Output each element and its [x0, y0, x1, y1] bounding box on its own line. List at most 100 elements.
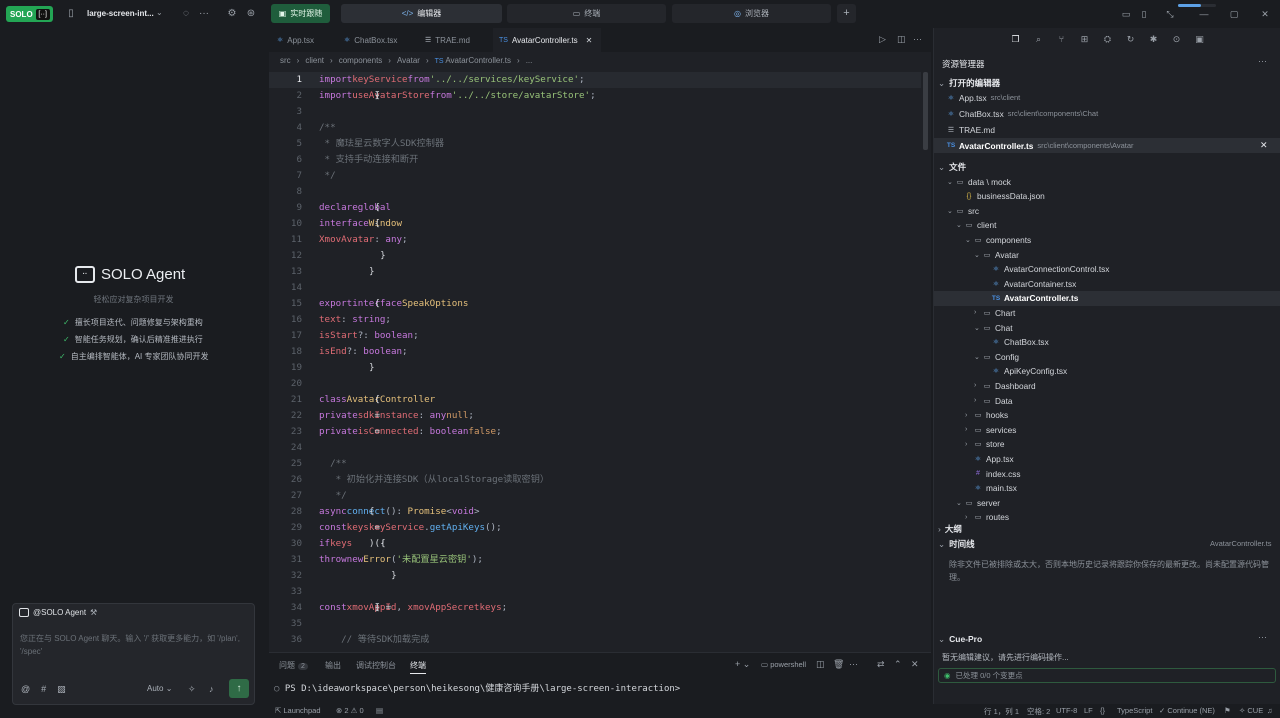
gear-icon[interactable]: ⚙ — [225, 7, 239, 21]
tab-browser[interactable]: ◎ 浏览器 — [672, 4, 831, 23]
braces-icon[interactable]: {} — [1100, 706, 1105, 715]
layout-left-icon[interactable]: ▭ — [1119, 7, 1133, 21]
sidebar-toggle-icon[interactable]: ▯ — [64, 7, 78, 21]
tree-folder[interactable]: › ▭ store — [934, 437, 1280, 452]
code-line[interactable]: 29 const keys = keyService.getApiKeys(); — [269, 520, 921, 536]
code-line[interactable]: 2 import { useAvatarStore } from '../../s… — [269, 88, 921, 104]
tree-file[interactable]: # index.css — [934, 466, 1280, 481]
code-line[interactable]: 19} — [269, 360, 921, 376]
bug-icon[interactable]: ✱ — [1147, 32, 1161, 46]
code-line[interactable]: 27 */ — [269, 488, 921, 504]
search-icon[interactable]: ⌕ — [1032, 32, 1046, 46]
open-editors-section[interactable]: ⌄ 打开的编辑器 — [938, 77, 1000, 89]
mic-icon[interactable]: ♪ — [209, 684, 214, 694]
close-icon[interactable]: ✕ — [1260, 140, 1268, 151]
code-line[interactable]: 17 isStart?: boolean; — [269, 328, 921, 344]
code-line[interactable]: 36 // 等待SDK加载完成 — [269, 632, 921, 648]
sparkle-icon[interactable]: ✧ — [188, 684, 196, 695]
tab-realtime-follow[interactable]: ▣ 实时跟随 — [271, 4, 330, 23]
cue-status-item[interactable]: ✧ CUE — [1239, 706, 1263, 715]
code-line[interactable]: 20 — [269, 376, 921, 392]
ports-icon[interactable]: ▤ — [376, 706, 383, 715]
tab-editor[interactable]: </> 编辑器 — [341, 4, 502, 23]
tree-file[interactable]: TS AvatarController.ts — [934, 290, 1280, 306]
chat-mention[interactable]: @SOLO Agent ⚒ — [19, 608, 97, 617]
code-line[interactable]: 3 — [269, 104, 921, 120]
tree-folder[interactable]: ⌄ ▭ data \ mock — [934, 174, 1280, 189]
solo-logo[interactable]: SOLO [··] — [6, 6, 53, 22]
code-line[interactable]: 35 — [269, 616, 921, 632]
at-icon[interactable]: @ — [21, 684, 30, 695]
tree-file[interactable]: ⚛ main.tsx — [934, 481, 1280, 496]
open-editor-item[interactable]: ⚛ App.tsx src\client — [934, 90, 1280, 105]
more-icon[interactable]: ··· — [1258, 56, 1267, 66]
tree-folder[interactable]: ⌄ ▭ Config — [934, 349, 1280, 364]
refresh-icon[interactable]: ↻ — [1124, 32, 1138, 46]
panel-tab-debug[interactable]: 调试控制台 — [356, 660, 396, 671]
add-tab-button[interactable]: + — [837, 4, 856, 23]
cursor-position[interactable]: 行 1，列 1 — [984, 706, 1019, 717]
code-line[interactable]: 5 * 魔珐星云数字人SDK控制器 — [269, 136, 921, 152]
code-line[interactable]: 11 XmovAvatar: any; — [269, 232, 921, 248]
source-control-icon[interactable]: ⑂ — [1055, 32, 1069, 46]
code-line[interactable]: 6 * 支持手动连接和断开 — [269, 152, 921, 168]
shell-select[interactable]: ▭ powershell — [761, 660, 806, 669]
docker-icon[interactable]: ⛭ — [1101, 32, 1115, 46]
chevron-up-icon[interactable]: ⌃ — [894, 659, 902, 670]
chat-placeholder[interactable]: 您正在与 SOLO Agent 聊天。输入 '/' 获取更多能力，如 '/pla… — [20, 632, 248, 658]
layout-split-icon[interactable]: ▯ — [1137, 7, 1151, 21]
tree-folder[interactable]: ⌄ ▭ client — [934, 218, 1280, 233]
code-line[interactable]: 1 import keyService from '../../services/… — [269, 72, 921, 88]
language-mode[interactable]: TypeScript — [1117, 706, 1152, 715]
image-icon[interactable]: ▧ — [57, 684, 66, 695]
swap-icon[interactable]: ⇄ — [877, 659, 885, 670]
tree-file[interactable]: ⚛ AvatarContainer.tsx — [934, 276, 1280, 291]
open-editor-item[interactable]: TS AvatarController.ts src\client\componen… — [934, 138, 1280, 153]
extensions-icon[interactable]: ⊞ — [1078, 32, 1092, 46]
remote-icon[interactable]: ▣ — [1193, 32, 1207, 46]
code-line[interactable]: 13} — [269, 264, 921, 280]
problems-status[interactable]: ⊗ 2 ⚠ 0 — [336, 706, 364, 715]
code-line[interactable]: 9 declare global { — [269, 200, 921, 216]
tree-folder[interactable]: › ▭ hooks — [934, 408, 1280, 423]
more-icon[interactable]: ··· — [1258, 632, 1267, 642]
code-line[interactable]: 28 async connect(): Promise<void> { — [269, 504, 921, 520]
close-icon[interactable]: ✕ — [1258, 7, 1272, 21]
tree-file[interactable]: ⚛ ChatBox.tsx — [934, 335, 1280, 350]
code-line[interactable]: 4 /** — [269, 120, 921, 136]
tree-folder[interactable]: › ▭ Chart — [934, 305, 1280, 320]
trash-icon[interactable]: 🗑 — [833, 659, 844, 670]
chevron-down-icon[interactable]: ⌄ — [156, 8, 163, 17]
timeline-section[interactable]: ⌄ 时间线 — [938, 538, 975, 550]
tree-file[interactable]: ⚛ AvatarConnectionControl.tsx — [934, 262, 1280, 277]
send-button[interactable]: ↑ — [229, 679, 249, 698]
new-terminal-icon[interactable]: + ⌄ — [735, 659, 750, 670]
tree-folder[interactable]: › ▭ services — [934, 422, 1280, 437]
code-line[interactable]: 30 if (! keys) { — [269, 536, 921, 552]
code-line[interactable]: 15 export interface SpeakOptions { — [269, 296, 921, 312]
code-line[interactable]: 16 text: string; — [269, 312, 921, 328]
code-line[interactable]: 32 } — [269, 568, 921, 584]
hash-icon[interactable]: # — [41, 684, 46, 695]
launchpad[interactable]: ⇱ Launchpad — [275, 706, 321, 715]
more-icon[interactable]: ··· — [197, 7, 211, 21]
run-icon[interactable]: ▷ — [879, 34, 886, 45]
code-line[interactable]: 8 — [269, 184, 921, 200]
code-line[interactable]: 10 interface Window { — [269, 216, 921, 232]
tree-folder[interactable]: ⌄ ▭ components — [934, 232, 1280, 247]
notification-icon[interactable]: ♫ — [1267, 706, 1273, 715]
indentation[interactable]: 空格: 2 — [1027, 706, 1050, 717]
file-tab[interactable]: ⚛ App.tsx — [277, 28, 341, 52]
chat-icon[interactable]: ◌ — [179, 7, 193, 21]
more-icon[interactable]: ··· — [849, 659, 858, 669]
eol[interactable]: LF — [1084, 706, 1093, 715]
project-name[interactable]: large-screen-int... — [87, 9, 154, 18]
panel-tab-problems[interactable]: 问题 2 — [279, 660, 308, 671]
editor-scrollbar[interactable] — [923, 72, 928, 150]
code-line[interactable]: 21 class AvatarController { — [269, 392, 921, 408]
more-icon[interactable]: ··· — [913, 34, 922, 44]
code-line[interactable]: 7 */ — [269, 168, 921, 184]
tree-folder[interactable]: › ▭ Data — [934, 393, 1280, 408]
split-editor-icon[interactable]: ◫ — [897, 34, 906, 45]
tree-file[interactable]: {} businessData.json — [934, 189, 1280, 204]
